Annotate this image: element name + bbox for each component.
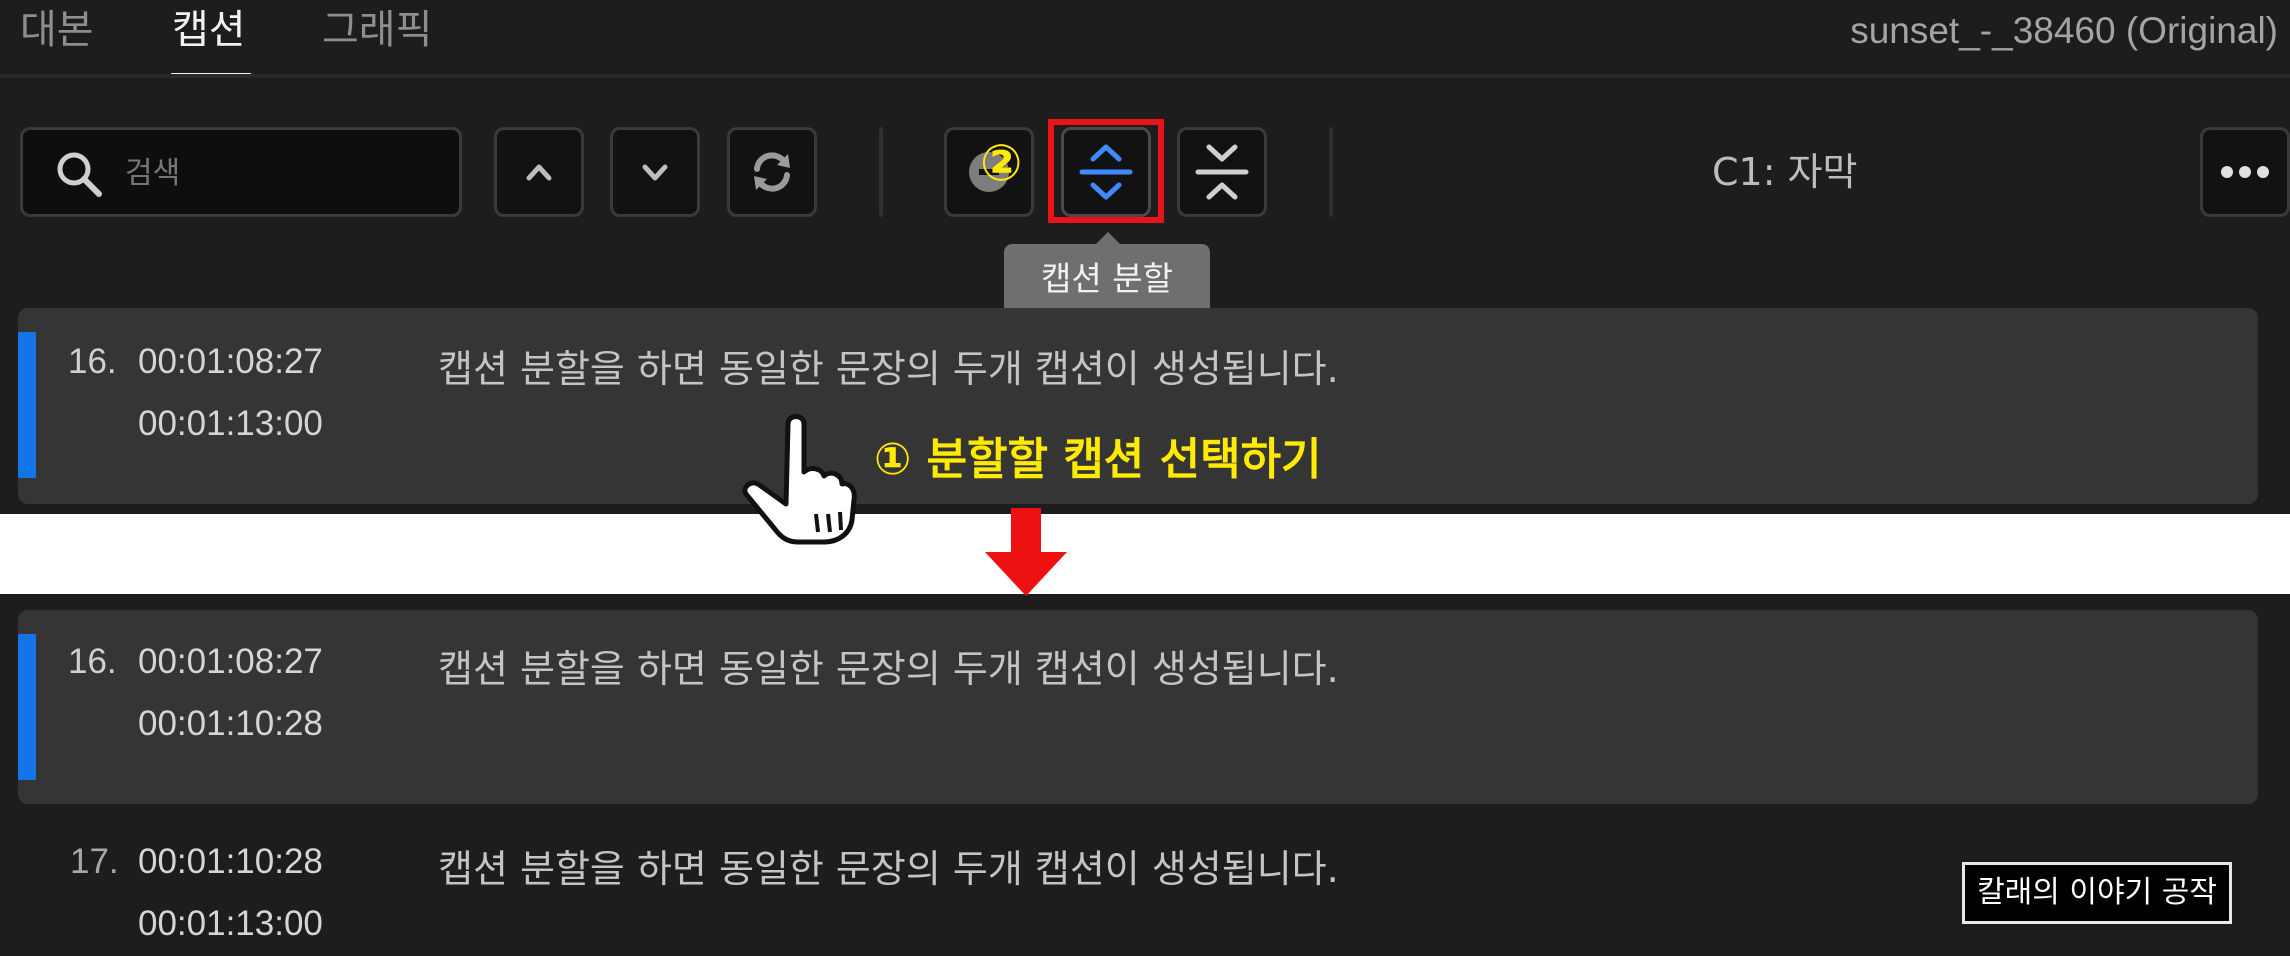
split-caption-tooltip: 캡션 분할 — [1004, 244, 1210, 314]
header-divider — [0, 74, 2290, 78]
caption-index: 17. — [70, 842, 119, 881]
search-input[interactable] — [123, 140, 447, 206]
merge-captions-icon — [1195, 144, 1249, 200]
next-caption-button[interactable] — [610, 127, 700, 217]
comparison-separator — [0, 514, 2290, 594]
selection-indicator — [18, 332, 36, 478]
project-name: sunset_-_38460 (Original) — [1850, 10, 2278, 51]
chevron-up-icon — [526, 164, 552, 181]
pointing-hand-icon — [742, 414, 857, 545]
arrow-down-icon — [985, 508, 1067, 596]
previous-caption-button[interactable] — [494, 127, 584, 217]
caption-text[interactable]: 캡션 분할을 하면 동일한 문장의 두개 캡션이 생성됩니다. — [438, 838, 1339, 893]
caption-track-label: C1: 자막 — [1712, 150, 1858, 194]
more-options-button[interactable] — [2200, 127, 2290, 217]
tooltip-arrow — [1096, 232, 1120, 244]
caption-end-time[interactable]: 00:01:10:28 — [138, 704, 323, 744]
merge-captions-button[interactable] — [1177, 127, 1267, 217]
search-box[interactable] — [20, 127, 462, 217]
caption-end-time[interactable]: 00:01:13:00 — [138, 904, 323, 944]
toolbar-divider — [1329, 127, 1333, 217]
caption-text[interactable]: 캡션 분할을 하면 동일한 문장의 두개 캡션이 생성됩니다. — [438, 638, 1339, 693]
caption-row[interactable]: 17. 00:01:10:28 00:01:13:00 캡션 분할을 하면 동일… — [18, 810, 2258, 956]
chevron-down-icon — [642, 164, 668, 181]
tab-captions[interactable]: 캡션 — [172, 0, 246, 60]
toolbar-divider — [879, 127, 883, 217]
step-1-instruction: ① 분할할 캡션 선택하기 — [874, 434, 1322, 485]
caption-index: 16. — [68, 342, 117, 381]
selection-indicator — [18, 634, 36, 780]
caption-start-time[interactable]: 00:01:08:27 — [138, 642, 323, 682]
caption-text[interactable]: 캡션 분할을 하면 동일한 문장의 두개 캡션이 생성됩니다. — [438, 338, 1339, 393]
watermark: 칼래의 이야기 공작 — [1962, 862, 2232, 924]
caption-row-selected[interactable]: 16. 00:01:08:27 00:01:10:28 캡션 분할을 하면 동일… — [18, 610, 2258, 804]
refresh-icon — [754, 152, 790, 192]
tab-graphics[interactable]: 그래픽 — [322, 0, 432, 60]
search-icon — [57, 152, 102, 197]
refresh-button[interactable] — [727, 127, 817, 217]
caption-index: 16. — [68, 642, 117, 681]
step-2-marker: ② — [980, 134, 1023, 192]
split-button-highlight — [1048, 119, 1164, 223]
caption-end-time[interactable]: 00:01:13:00 — [138, 404, 323, 444]
caption-start-time[interactable]: 00:01:08:27 — [138, 342, 323, 382]
ellipsis-icon — [2221, 166, 2269, 178]
tab-script[interactable]: 대본 — [20, 0, 94, 60]
caption-start-time[interactable]: 00:01:10:28 — [138, 842, 323, 882]
